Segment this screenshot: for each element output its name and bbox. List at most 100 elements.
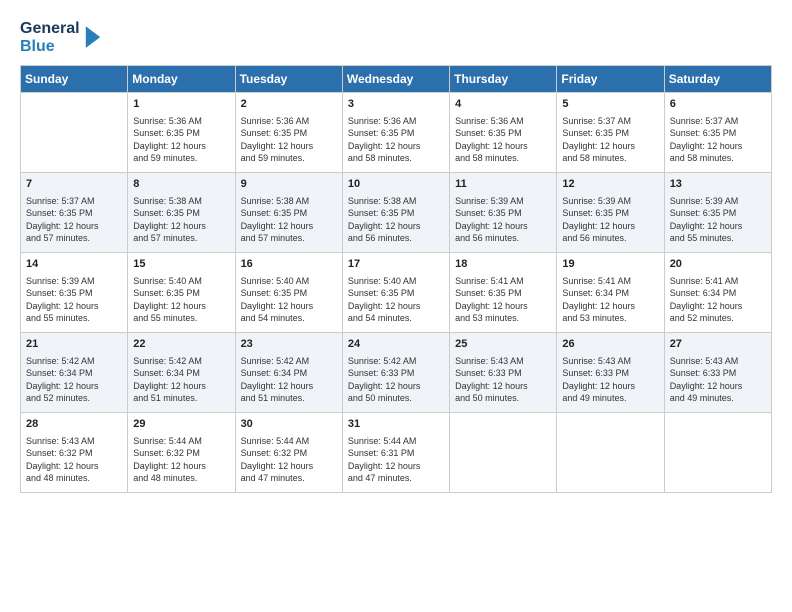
day-number: 25 bbox=[455, 337, 551, 352]
day-number: 18 bbox=[455, 257, 551, 272]
day-number: 16 bbox=[241, 257, 337, 272]
cell-content: Sunrise: 5:36 AM Sunset: 6:35 PM Dayligh… bbox=[348, 115, 444, 165]
logo-line1: General bbox=[20, 20, 80, 38]
logo: GeneralBlue bbox=[20, 20, 102, 55]
cell-content: Sunrise: 5:36 AM Sunset: 6:35 PM Dayligh… bbox=[241, 115, 337, 165]
day-number: 21 bbox=[26, 337, 122, 352]
calendar-cell: 23 Sunrise: 5:42 AM Sunset: 6:34 PM Dayli… bbox=[235, 333, 342, 413]
calendar-cell: 14 Sunrise: 5:39 AM Sunset: 6:35 PM Dayli… bbox=[21, 253, 128, 333]
cell-content: Sunrise: 5:43 AM Sunset: 6:33 PM Dayligh… bbox=[562, 355, 658, 405]
day-number: 12 bbox=[562, 177, 658, 192]
calendar-cell: 2Sunrise: 5:36 AM Sunset: 6:35 PM Daylig… bbox=[235, 93, 342, 173]
week-row-5: 28 Sunrise: 5:43 AM Sunset: 6:32 PM Dayli… bbox=[21, 413, 772, 493]
day-number: 8 bbox=[133, 177, 229, 192]
day-number: 28 bbox=[26, 417, 122, 432]
calendar-cell: 22 Sunrise: 5:42 AM Sunset: 6:34 PM Dayli… bbox=[128, 333, 235, 413]
day-number: 14 bbox=[26, 257, 122, 272]
col-header-saturday: Saturday bbox=[664, 66, 771, 93]
calendar-cell: 20 Sunrise: 5:41 AM Sunset: 6:34 PM Dayli… bbox=[664, 253, 771, 333]
day-number: 23 bbox=[241, 337, 337, 352]
calendar-cell: 13Sunrise: 5:39 AM Sunset: 6:35 PM Dayli… bbox=[664, 173, 771, 253]
calendar-cell bbox=[557, 413, 664, 493]
cell-content: Sunrise: 5:38 AM Sunset: 6:35 PM Dayligh… bbox=[348, 195, 444, 245]
cell-content: Sunrise: 5:41 AM Sunset: 6:34 PM Dayligh… bbox=[562, 275, 658, 325]
col-header-monday: Monday bbox=[128, 66, 235, 93]
day-number: 20 bbox=[670, 257, 766, 272]
calendar-cell: 19 Sunrise: 5:41 AM Sunset: 6:34 PM Dayli… bbox=[557, 253, 664, 333]
day-number: 31 bbox=[348, 417, 444, 432]
day-number: 1 bbox=[133, 97, 229, 112]
logo-text: GeneralBlue bbox=[20, 20, 80, 55]
calendar-table: SundayMondayTuesdayWednesdayThursdayFrid… bbox=[20, 65, 772, 493]
day-number: 10 bbox=[348, 177, 444, 192]
week-row-4: 21 Sunrise: 5:42 AM Sunset: 6:34 PM Dayli… bbox=[21, 333, 772, 413]
col-header-thursday: Thursday bbox=[450, 66, 557, 93]
calendar-cell: 11 Sunrise: 5:39 AM Sunset: 6:35 PM Dayli… bbox=[450, 173, 557, 253]
day-number: 13 bbox=[670, 177, 766, 192]
day-number: 29 bbox=[133, 417, 229, 432]
cell-content: Sunrise: 5:44 AM Sunset: 6:32 PM Dayligh… bbox=[241, 435, 337, 485]
day-number: 24 bbox=[348, 337, 444, 352]
header-row: SundayMondayTuesdayWednesdayThursdayFrid… bbox=[21, 66, 772, 93]
day-number: 27 bbox=[670, 337, 766, 352]
cell-content: Sunrise: 5:44 AM Sunset: 6:32 PM Dayligh… bbox=[133, 435, 229, 485]
day-number: 4 bbox=[455, 97, 551, 112]
day-number: 26 bbox=[562, 337, 658, 352]
calendar-cell bbox=[450, 413, 557, 493]
cell-content: Sunrise: 5:36 AM Sunset: 6:35 PM Dayligh… bbox=[133, 115, 229, 165]
day-number: 22 bbox=[133, 337, 229, 352]
cell-content: Sunrise: 5:39 AM Sunset: 6:35 PM Dayligh… bbox=[455, 195, 551, 245]
cell-content: Sunrise: 5:41 AM Sunset: 6:34 PM Dayligh… bbox=[670, 275, 766, 325]
calendar-cell: 18Sunrise: 5:41 AM Sunset: 6:35 PM Dayli… bbox=[450, 253, 557, 333]
calendar-cell: 21Sunrise: 5:42 AM Sunset: 6:34 PM Dayli… bbox=[21, 333, 128, 413]
calendar-cell bbox=[21, 93, 128, 173]
col-header-friday: Friday bbox=[557, 66, 664, 93]
calendar-cell: 28 Sunrise: 5:43 AM Sunset: 6:32 PM Dayli… bbox=[21, 413, 128, 493]
calendar-cell: 24 Sunrise: 5:42 AM Sunset: 6:33 PM Dayli… bbox=[342, 333, 449, 413]
cell-content: Sunrise: 5:40 AM Sunset: 6:35 PM Dayligh… bbox=[348, 275, 444, 325]
day-number: 17 bbox=[348, 257, 444, 272]
calendar-cell: 4 Sunrise: 5:36 AM Sunset: 6:35 PM Daylig… bbox=[450, 93, 557, 173]
day-number: 3 bbox=[348, 97, 444, 112]
calendar-cell: 12 Sunrise: 5:39 AM Sunset: 6:35 PM Dayli… bbox=[557, 173, 664, 253]
col-header-tuesday: Tuesday bbox=[235, 66, 342, 93]
day-number: 30 bbox=[241, 417, 337, 432]
calendar-cell: 29 Sunrise: 5:44 AM Sunset: 6:32 PM Dayli… bbox=[128, 413, 235, 493]
cell-content: Sunrise: 5:38 AM Sunset: 6:35 PM Dayligh… bbox=[133, 195, 229, 245]
cell-content: Sunrise: 5:42 AM Sunset: 6:33 PM Dayligh… bbox=[348, 355, 444, 405]
cell-content: Sunrise: 5:43 AM Sunset: 6:32 PM Dayligh… bbox=[26, 435, 122, 485]
calendar-cell: 5Sunrise: 5:37 AM Sunset: 6:35 PM Daylig… bbox=[557, 93, 664, 173]
cell-content: Sunrise: 5:44 AM Sunset: 6:31 PM Dayligh… bbox=[348, 435, 444, 485]
calendar-cell: 26 Sunrise: 5:43 AM Sunset: 6:33 PM Dayli… bbox=[557, 333, 664, 413]
calendar-cell: 1 Sunrise: 5:36 AM Sunset: 6:35 PM Daylig… bbox=[128, 93, 235, 173]
week-row-1: 1 Sunrise: 5:36 AM Sunset: 6:35 PM Daylig… bbox=[21, 93, 772, 173]
col-header-sunday: Sunday bbox=[21, 66, 128, 93]
day-number: 19 bbox=[562, 257, 658, 272]
cell-content: Sunrise: 5:37 AM Sunset: 6:35 PM Dayligh… bbox=[562, 115, 658, 165]
calendar-cell: 31 Sunrise: 5:44 AM Sunset: 6:31 PM Dayli… bbox=[342, 413, 449, 493]
cell-content: Sunrise: 5:38 AM Sunset: 6:35 PM Dayligh… bbox=[241, 195, 337, 245]
cell-content: Sunrise: 5:43 AM Sunset: 6:33 PM Dayligh… bbox=[670, 355, 766, 405]
calendar-cell: 3 Sunrise: 5:36 AM Sunset: 6:35 PM Daylig… bbox=[342, 93, 449, 173]
calendar-cell: 15Sunrise: 5:40 AM Sunset: 6:35 PM Dayli… bbox=[128, 253, 235, 333]
calendar-cell: 17 Sunrise: 5:40 AM Sunset: 6:35 PM Dayli… bbox=[342, 253, 449, 333]
cell-content: Sunrise: 5:37 AM Sunset: 6:35 PM Dayligh… bbox=[26, 195, 122, 245]
calendar-cell: 8 Sunrise: 5:38 AM Sunset: 6:35 PM Daylig… bbox=[128, 173, 235, 253]
calendar-cell: 9 Sunrise: 5:38 AM Sunset: 6:35 PM Daylig… bbox=[235, 173, 342, 253]
logo-arrow-icon bbox=[84, 24, 102, 52]
cell-content: Sunrise: 5:39 AM Sunset: 6:35 PM Dayligh… bbox=[562, 195, 658, 245]
calendar-cell: 10 Sunrise: 5:38 AM Sunset: 6:35 PM Dayli… bbox=[342, 173, 449, 253]
calendar-cell: 25Sunrise: 5:43 AM Sunset: 6:33 PM Dayli… bbox=[450, 333, 557, 413]
day-number: 11 bbox=[455, 177, 551, 192]
calendar-cell: 30 Sunrise: 5:44 AM Sunset: 6:32 PM Dayli… bbox=[235, 413, 342, 493]
cell-content: Sunrise: 5:42 AM Sunset: 6:34 PM Dayligh… bbox=[241, 355, 337, 405]
cell-content: Sunrise: 5:36 AM Sunset: 6:35 PM Dayligh… bbox=[455, 115, 551, 165]
cell-content: Sunrise: 5:42 AM Sunset: 6:34 PM Dayligh… bbox=[133, 355, 229, 405]
cell-content: Sunrise: 5:39 AM Sunset: 6:35 PM Dayligh… bbox=[26, 275, 122, 325]
day-number: 9 bbox=[241, 177, 337, 192]
calendar-cell: 7Sunrise: 5:37 AM Sunset: 6:35 PM Daylig… bbox=[21, 173, 128, 253]
day-number: 15 bbox=[133, 257, 229, 272]
day-number: 6 bbox=[670, 97, 766, 112]
calendar-cell: 6Sunrise: 5:37 AM Sunset: 6:35 PM Daylig… bbox=[664, 93, 771, 173]
calendar-cell: 16Sunrise: 5:40 AM Sunset: 6:35 PM Dayli… bbox=[235, 253, 342, 333]
